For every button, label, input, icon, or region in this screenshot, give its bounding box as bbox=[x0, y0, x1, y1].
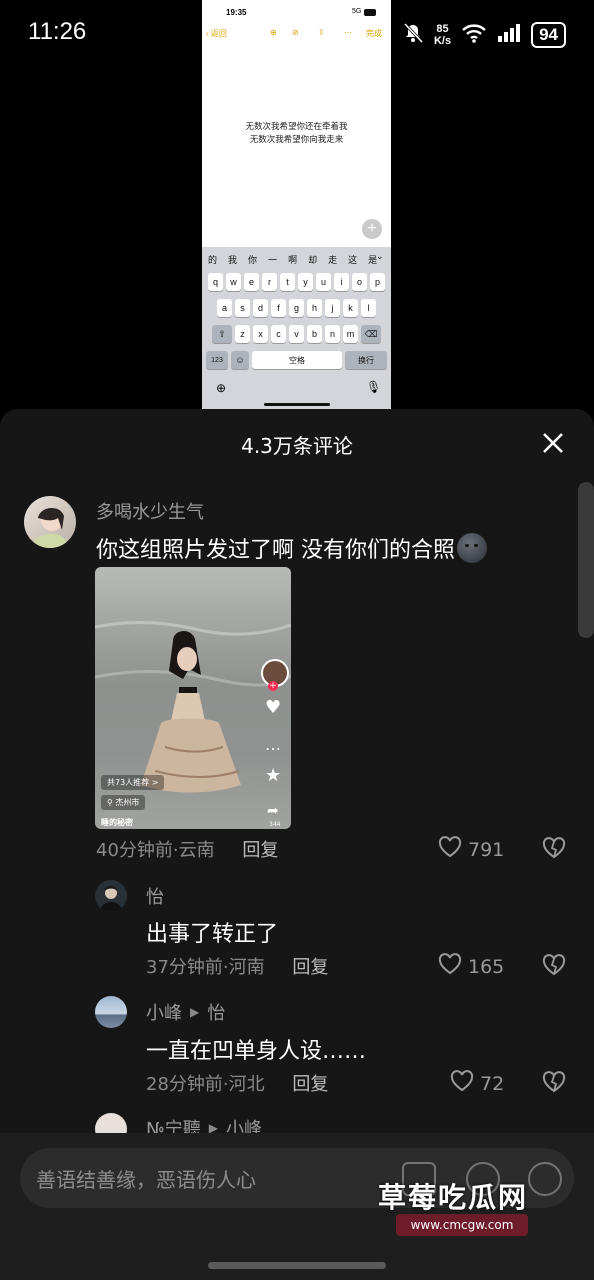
like-button[interactable]: 72 bbox=[450, 1070, 504, 1097]
location-badge: ⚲ 杰州市 bbox=[101, 795, 146, 810]
avatar[interactable] bbox=[24, 496, 76, 548]
net-speed: 85 K/s bbox=[433, 23, 452, 47]
comment-meta: 28分钟前·河北 回复 bbox=[146, 1074, 329, 1095]
key-row-3: ⇧ z x c v b n m ⌫ bbox=[202, 325, 391, 343]
key-row-4: 123 ☺ 空格 换行 bbox=[202, 351, 391, 369]
recommend-badge: 共73人推荐 > bbox=[101, 775, 165, 790]
back-button[interactable]: ‹ 返回 bbox=[206, 28, 227, 39]
emoji-icon[interactable] bbox=[528, 1162, 562, 1196]
comment-photo[interactable]: + ♥ … ★ ➦ 共73人推荐 > ⚲ 杰州市 睡的秘密 344 bbox=[95, 567, 291, 829]
done-button[interactable]: 完成 bbox=[366, 28, 382, 39]
reply-button[interactable]: 回复 bbox=[292, 1074, 328, 1095]
dislike-icon[interactable] bbox=[542, 1071, 566, 1097]
sheet-title: 4.3万条评论 bbox=[241, 434, 353, 458]
numbers-key[interactable]: 123 bbox=[206, 351, 228, 369]
mute-bell-icon bbox=[402, 22, 424, 49]
dislike-icon[interactable] bbox=[542, 954, 566, 980]
comment-text: 你这组照片发过了啊 没有你们的合照 bbox=[96, 532, 487, 564]
watermark-url: www.cmcgw.com bbox=[396, 1214, 528, 1236]
scrollbar[interactable] bbox=[578, 482, 594, 638]
share-arrow-icon[interactable]: ➦ bbox=[267, 803, 279, 819]
emoji-key[interactable]: ☺ bbox=[231, 351, 249, 369]
space-key[interactable]: 空格 bbox=[252, 351, 342, 369]
chevron-down-icon[interactable]: ⌄ bbox=[376, 251, 384, 262]
return-key[interactable]: 换行 bbox=[345, 351, 387, 369]
wifi-icon bbox=[461, 22, 487, 49]
comment-input-placeholder: 善语结善缘，恶语伤人心 bbox=[36, 1168, 256, 1192]
more-icon[interactable]: ⋯ bbox=[344, 28, 352, 37]
comment-bubble-icon[interactable]: … bbox=[265, 735, 281, 754]
reply-to-username[interactable]: 怡 bbox=[207, 999, 225, 1025]
dark-moon-emoji-icon bbox=[457, 533, 487, 563]
shift-key[interactable]: ⇧ bbox=[212, 325, 232, 343]
microphone-icon[interactable]: 🎙 bbox=[366, 380, 381, 394]
heart-icon[interactable]: ♥ bbox=[265, 697, 281, 718]
comment-text: 一直在凹单身人设…… bbox=[146, 1039, 367, 1064]
globe-icon[interactable]: ⊕ bbox=[216, 381, 226, 395]
comment-text: 出事了转正了 bbox=[146, 922, 279, 947]
dislike-icon[interactable] bbox=[542, 837, 566, 863]
comment-username[interactable]: 小峰 bbox=[146, 999, 182, 1025]
status-time: 11:26 bbox=[28, 18, 87, 45]
candidate-bar: 的 我 你 一 啊 却 走 这 是 bbox=[208, 255, 378, 265]
keyboard: 的 我 你 一 啊 却 走 这 是 ⌄ q w e r t y u i o p … bbox=[202, 247, 391, 409]
mini-home-indicator bbox=[264, 403, 330, 406]
close-icon[interactable] bbox=[540, 430, 566, 456]
comment-meta: 37分钟前·河南 回复 bbox=[146, 957, 329, 978]
key-row-1: q w e r t y u i o p bbox=[202, 273, 391, 291]
star-icon[interactable]: ★ bbox=[265, 765, 281, 786]
heart-outline-icon bbox=[438, 953, 462, 980]
heart-outline-icon bbox=[450, 1070, 474, 1097]
reply-arrow-icon: ▶ bbox=[190, 1005, 200, 1019]
follow-plus-icon[interactable]: + bbox=[268, 681, 278, 691]
battery-indicator: 94 bbox=[531, 22, 566, 48]
comment-meta: 40分钟前·云南 回复 bbox=[96, 840, 279, 861]
format-icon[interactable]: ⊕ bbox=[270, 28, 277, 37]
reply-button[interactable]: 回复 bbox=[242, 840, 278, 861]
status-icons: 85 K/s 94 bbox=[402, 18, 566, 52]
share-icon[interactable]: ⇪ bbox=[318, 28, 325, 37]
key-row-2: a s d f g h j k l bbox=[202, 299, 391, 317]
home-indicator[interactable] bbox=[208, 1262, 386, 1269]
watermark-text: 草莓吃瓜网 bbox=[378, 1181, 529, 1214]
reply-button[interactable]: 回复 bbox=[292, 957, 328, 978]
heart-outline-icon bbox=[438, 836, 462, 863]
avatar[interactable] bbox=[95, 880, 127, 912]
like-button[interactable]: 165 bbox=[438, 953, 504, 980]
comment-username[interactable]: 多喝水少生气 bbox=[96, 498, 204, 524]
embedded-notes-screenshot[interactable]: 19:35 5G ‹ 返回 ⊕ ⊘ ⇪ ⋯ 完成 无数次我希望你还在牵着我 无数… bbox=[202, 0, 391, 409]
comment-username[interactable]: 怡 bbox=[146, 883, 164, 909]
add-icon[interactable]: + bbox=[362, 219, 382, 239]
photo-caption: 睡的秘密 bbox=[101, 818, 133, 827]
photo-count: 344 bbox=[269, 821, 281, 828]
comment-username-row: 小峰 ▶ 怡 bbox=[146, 999, 225, 1025]
like-button[interactable]: 791 bbox=[438, 836, 504, 863]
backspace-key[interactable]: ⌫ bbox=[361, 325, 381, 343]
signal-icon bbox=[497, 23, 521, 48]
mini-battery-icon bbox=[364, 9, 376, 16]
markup-icon[interactable]: ⊘ bbox=[292, 28, 299, 37]
note-content: 无数次我希望你还在牵着我 无数次我希望你向我走来 bbox=[245, 121, 348, 144]
avatar[interactable] bbox=[95, 996, 127, 1028]
